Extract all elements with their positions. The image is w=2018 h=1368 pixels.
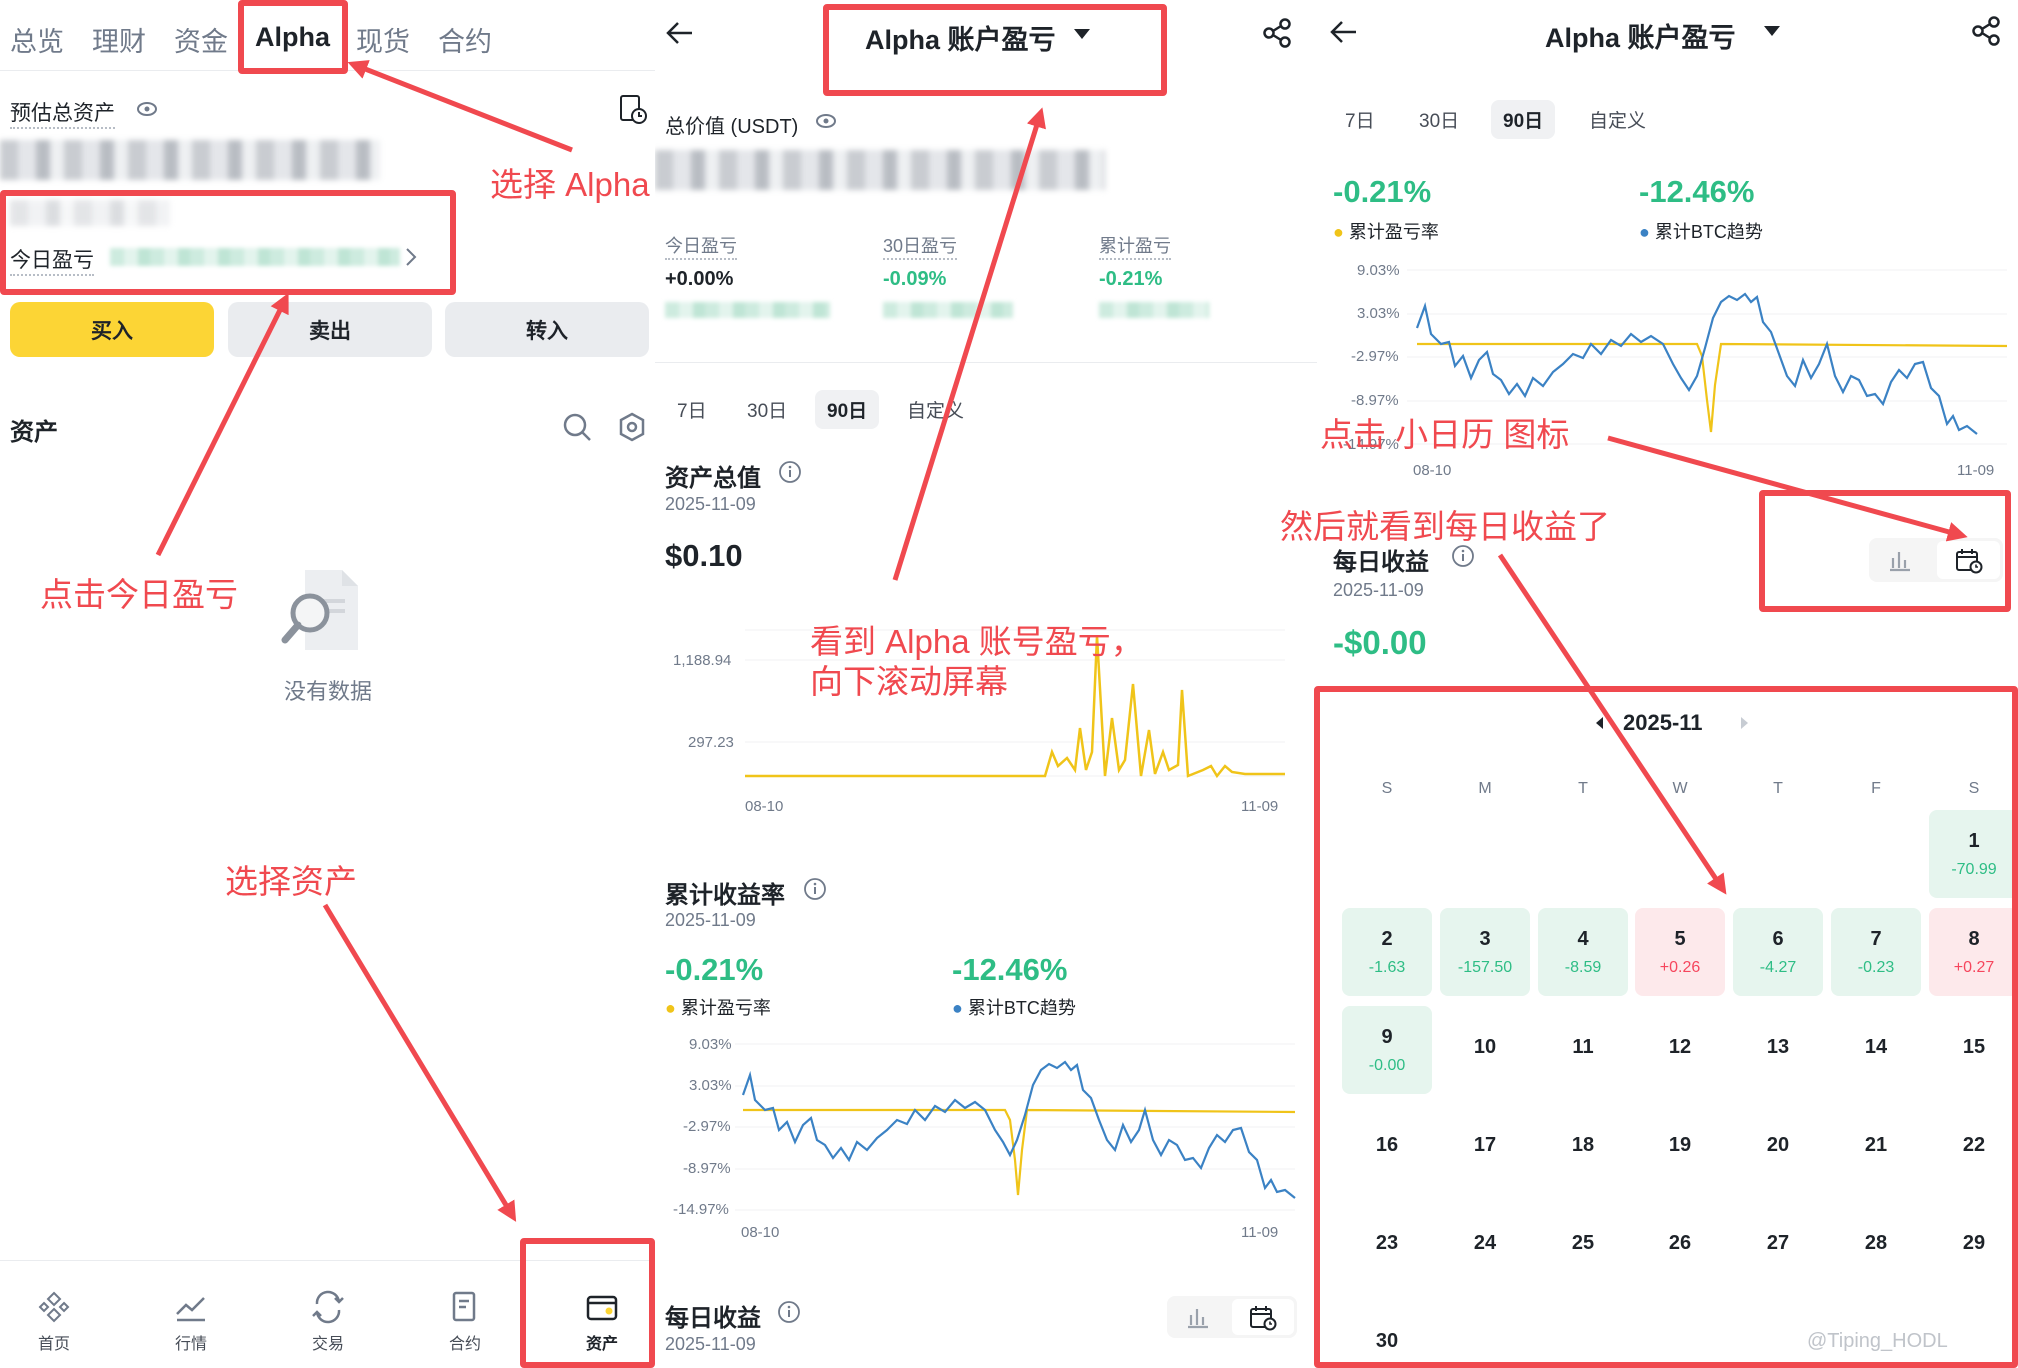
arrow-to-alpha-tab: [347, 60, 573, 153]
arrow-to-assets-nav: [322, 903, 517, 1222]
annotation-arrows: [155, 60, 1968, 1222]
arrow-to-calendar-grid: [1497, 553, 1727, 895]
annot-select-alpha: 选择 Alpha: [490, 166, 650, 203]
annot-then-daily: 然后就看到每日收益了: [1280, 508, 1610, 545]
annot-click-calendar: 点击 小日历 图标: [1320, 416, 1570, 453]
arrow-to-today-pnl: [155, 292, 289, 557]
arrow-to-title: [892, 107, 1046, 581]
annot-see-alpha-pnl-2: 向下滚动屏幕: [810, 663, 1008, 700]
arrow-to-calendar-icon: [1607, 435, 1968, 542]
annot-select-assets: 选择资产: [225, 863, 357, 900]
annot-click-today-pnl: 点击今日盈亏: [40, 576, 238, 613]
